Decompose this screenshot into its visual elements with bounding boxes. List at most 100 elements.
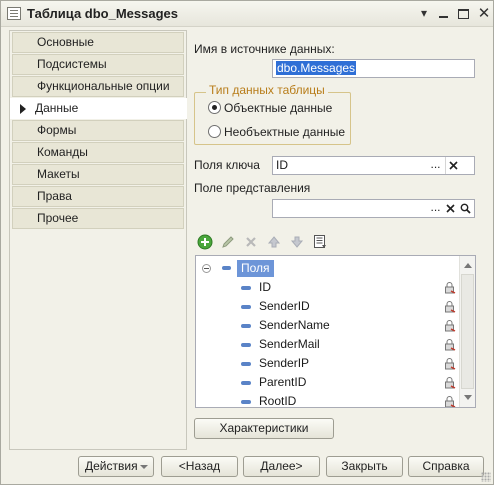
presentation-field-choose-button[interactable]: ... xyxy=(428,200,443,217)
source-name-label: Имя в источнике данных: xyxy=(194,42,335,56)
nav-item-forms[interactable]: Формы xyxy=(12,120,184,141)
sections-nav: Основные Подсистемы Функциональные опции… xyxy=(9,30,187,450)
dropdown-arrow-icon xyxy=(140,465,148,469)
tree-row[interactable]: ParentID xyxy=(196,373,460,392)
key-fields-input[interactable]: ID ... xyxy=(272,156,475,175)
lock-icon xyxy=(445,282,456,294)
tree-row[interactable]: SenderIP xyxy=(196,354,460,373)
tree-row[interactable]: SenderID xyxy=(196,297,460,316)
nav-item-label: Данные xyxy=(35,101,79,115)
next-button[interactable]: Далее> xyxy=(243,456,320,477)
nav-item-rights[interactable]: Права xyxy=(12,186,184,207)
delete-icon[interactable] xyxy=(243,234,259,250)
nav-item-other[interactable]: Прочее xyxy=(12,208,184,229)
back-button[interactable]: <Назад xyxy=(161,456,238,477)
lock-icon xyxy=(445,320,456,332)
presentation-field-label: Поле представления xyxy=(194,181,311,195)
help-button[interactable]: Справка xyxy=(408,456,484,477)
nav-item-label: Функциональные опции xyxy=(37,79,170,93)
key-fields-label: Поля ключа xyxy=(194,158,260,172)
scroll-down-icon[interactable] xyxy=(464,395,472,400)
fields-group-icon xyxy=(222,266,231,270)
nav-item-label: Команды xyxy=(37,145,88,159)
tree-root-label: Поля xyxy=(237,260,274,277)
current-section-arrow-icon xyxy=(20,104,26,114)
field-icon xyxy=(241,400,251,404)
collapse-icon[interactable] xyxy=(202,264,211,273)
field-icon xyxy=(241,305,251,309)
lock-icon xyxy=(445,396,456,407)
nav-item-functional-options[interactable]: Функциональные опции xyxy=(12,76,184,97)
field-icon xyxy=(241,286,251,290)
minimize-button[interactable] xyxy=(434,5,452,22)
tree-row[interactable]: RootID xyxy=(196,392,460,408)
field-name: SenderName xyxy=(259,318,330,332)
lock-icon xyxy=(445,358,456,370)
field-name: ParentID xyxy=(259,375,307,389)
close-window-button[interactable]: ✕ xyxy=(475,5,493,22)
move-down-icon[interactable] xyxy=(289,234,305,250)
add-icon[interactable] xyxy=(197,234,213,250)
field-icon xyxy=(241,362,251,366)
object-data-radio[interactable] xyxy=(208,101,221,114)
actions-label: Действия xyxy=(85,459,138,473)
table-icon xyxy=(7,7,21,20)
field-name: SenderMail xyxy=(259,337,320,351)
nav-item-data[interactable]: Данные xyxy=(10,98,187,119)
scroll-thumb[interactable] xyxy=(461,274,474,389)
field-name: SenderID xyxy=(259,299,310,313)
clear-icon xyxy=(448,161,458,170)
window-title: Таблица dbo_Messages xyxy=(27,6,178,21)
nav-item-commands[interactable]: Команды xyxy=(12,142,184,163)
window-menu-button[interactable]: ▾ xyxy=(415,5,433,22)
lock-icon xyxy=(445,301,456,313)
nav-item-label: Основные xyxy=(37,35,94,49)
source-name-value: dbo.Messages xyxy=(276,61,357,75)
nav-item-templates[interactable]: Макеты xyxy=(12,164,184,185)
table-editor-window: Таблица dbo_Messages ▾ ✕ Основные Подсис… xyxy=(0,0,494,485)
scroll-up-icon[interactable] xyxy=(464,263,472,268)
key-fields-clear-button[interactable] xyxy=(445,157,460,174)
field-icon xyxy=(241,381,251,385)
nav-item-label: Макеты xyxy=(37,167,80,181)
clear-icon xyxy=(446,204,455,213)
title-bar[interactable]: Таблица dbo_Messages ▾ ✕ xyxy=(1,1,493,27)
maximize-icon xyxy=(457,9,469,19)
field-name: ID xyxy=(259,280,271,294)
nav-item-label: Прочее xyxy=(37,211,79,225)
object-data-label[interactable]: Объектные данные xyxy=(224,101,332,115)
move-up-icon[interactable] xyxy=(266,234,282,250)
search-icon xyxy=(460,203,471,214)
field-name: SenderIP xyxy=(259,356,310,370)
non-object-data-radio[interactable] xyxy=(208,125,221,138)
list-icon[interactable] xyxy=(312,234,328,250)
table-type-group-title: Тип данных таблицы xyxy=(206,83,328,97)
tree-scrollbar[interactable] xyxy=(459,256,475,407)
minimize-icon xyxy=(438,16,448,18)
tree-row[interactable]: ID xyxy=(196,278,460,297)
presentation-field-clear-button[interactable] xyxy=(443,200,458,217)
nav-item-label: Формы xyxy=(37,123,77,137)
nav-item-label: Права xyxy=(37,189,72,203)
resize-grip[interactable] xyxy=(481,472,491,482)
tree-root-row[interactable]: Поля xyxy=(196,259,460,278)
field-name: RootID xyxy=(259,394,297,408)
non-object-data-label[interactable]: Необъектные данные xyxy=(224,125,345,139)
actions-menu-button[interactable]: Действия xyxy=(78,456,154,477)
presentation-field-input[interactable]: ... xyxy=(272,199,475,218)
source-name-input[interactable]: dbo.Messages xyxy=(272,59,475,78)
fields-tree[interactable]: Поля ID SenderID SenderName SenderMail S… xyxy=(195,255,476,408)
maximize-button[interactable] xyxy=(454,5,472,22)
presentation-field-search-button[interactable] xyxy=(458,200,473,217)
tree-row[interactable]: SenderName xyxy=(196,316,460,335)
edit-icon[interactable] xyxy=(220,234,236,250)
nav-item-subsystems[interactable]: Подсистемы xyxy=(12,54,184,75)
key-fields-choose-button[interactable]: ... xyxy=(428,157,443,174)
field-icon xyxy=(241,324,251,328)
tree-row[interactable]: SenderMail xyxy=(196,335,460,354)
characteristics-button[interactable]: Характеристики xyxy=(194,418,334,439)
lock-icon xyxy=(445,377,456,389)
key-fields-value: ID xyxy=(276,158,288,172)
close-button[interactable]: Закрыть xyxy=(326,456,403,477)
nav-item-main[interactable]: Основные xyxy=(12,32,184,53)
